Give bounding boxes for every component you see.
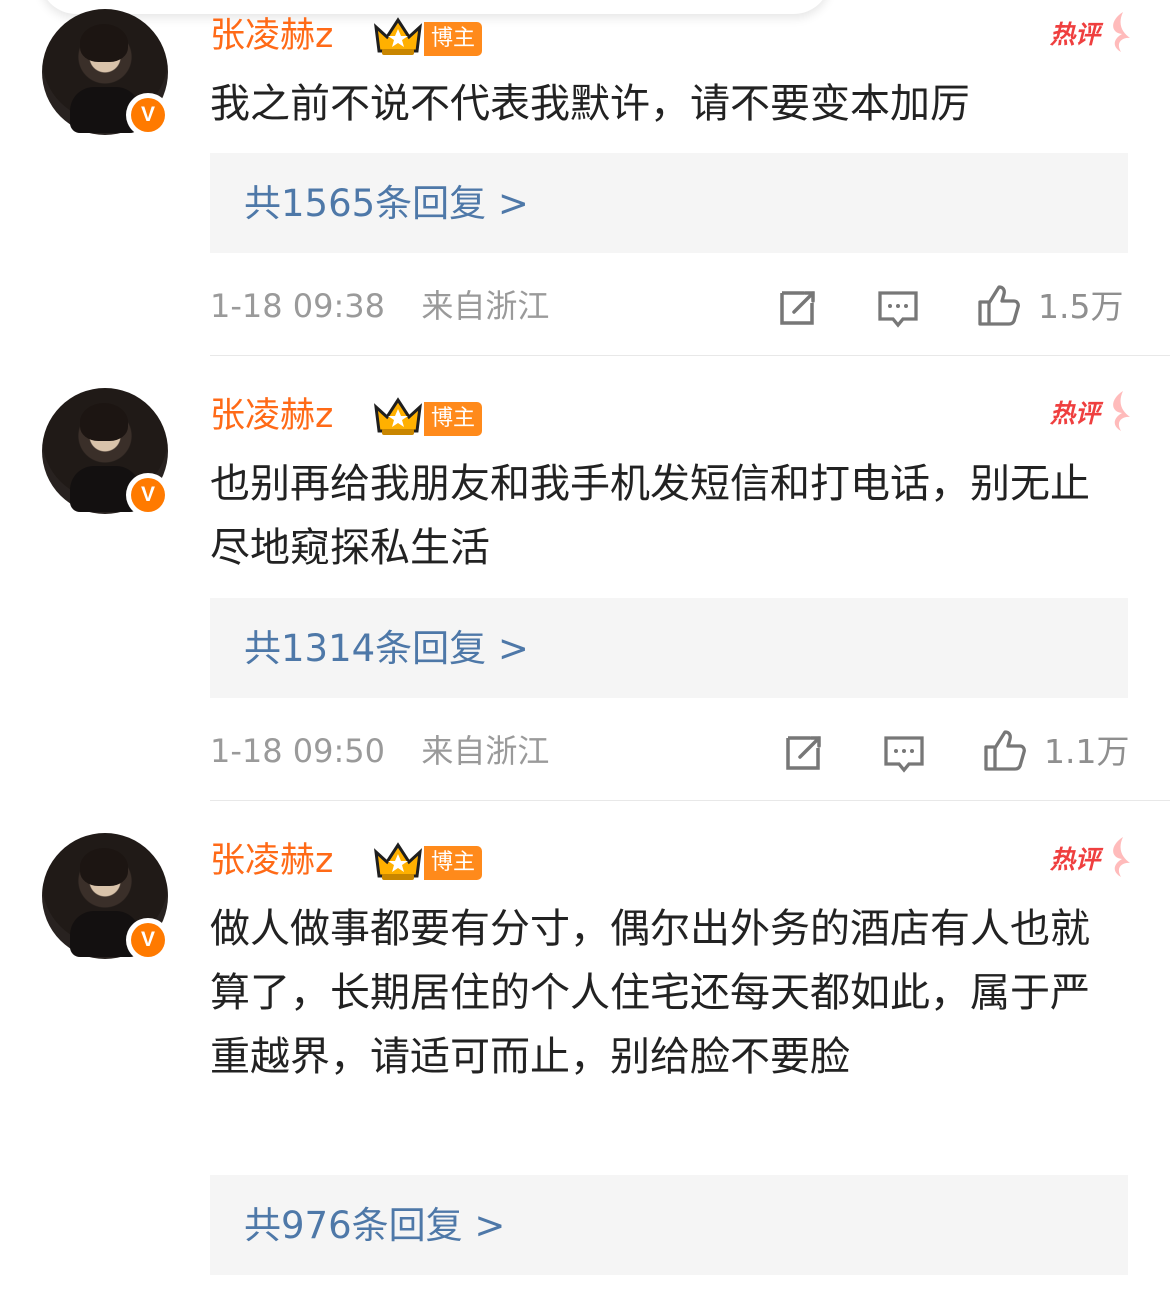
comment-icon[interactable] <box>881 730 927 776</box>
crown-icon <box>374 842 422 880</box>
blogger-badge: 博主 <box>424 402 482 436</box>
comment-text: 做人做事都要有分寸，偶尔出外务的酒店有人也就算了，长期居住的个人住宅还每天都如此… <box>210 906 1090 1080</box>
location: 来自浙江 <box>421 287 550 325</box>
comment-text: 我之前不说不代表我默许，请不要变本加厉 <box>210 81 970 127</box>
view-replies-link[interactable]: 共1314条回复 > <box>244 625 529 673</box>
hot-comment-icon: 热评 <box>1050 12 1132 59</box>
comment-divider <box>210 800 1170 801</box>
view-replies-link[interactable]: 共976条回复 > <box>244 1202 505 1250</box>
verified-letter: V <box>131 923 165 957</box>
location: 来自浙江 <box>421 732 550 770</box>
crown-icon <box>374 17 422 55</box>
reply-summary-box[interactable]: 共1565条回复 > <box>210 153 1128 253</box>
timestamp: 1-18 09:38 <box>210 287 386 325</box>
repost-icon[interactable] <box>780 730 826 776</box>
timestamp: 1-18 09:50 <box>210 732 386 770</box>
blogger-badge: 博主 <box>424 846 482 880</box>
comment-icon[interactable] <box>875 285 921 331</box>
hot-comment-icon: 热评 <box>1050 837 1132 884</box>
like-icon[interactable] <box>975 282 1021 328</box>
verified-badge-icon: V <box>126 473 170 517</box>
hot-comment-icon: 热评 <box>1050 391 1132 438</box>
reply-summary-box[interactable]: 共1314条回复 > <box>210 598 1128 698</box>
repost-icon[interactable] <box>774 285 820 331</box>
username[interactable]: 张凌赫z <box>210 840 333 882</box>
verified-letter: V <box>131 478 165 512</box>
comment-divider <box>210 355 1170 356</box>
verified-badge-icon: V <box>126 93 170 137</box>
like-count: 1.5万 <box>1038 287 1124 326</box>
verified-letter: V <box>131 98 165 132</box>
blogger-badge: 博主 <box>424 22 482 56</box>
comment-meta: 1-18 09:38 来自浙江 <box>210 284 549 328</box>
like-count: 1.1万 <box>1044 732 1130 771</box>
comment-meta: 1-18 09:50 来自浙江 <box>210 729 549 773</box>
top-popup-edge <box>40 0 830 14</box>
reply-summary-box[interactable]: 共976条回复 > <box>210 1175 1128 1275</box>
like-icon[interactable] <box>981 727 1027 773</box>
comment-text: 也别再给我朋友和我手机发短信和打电话，别无止尽地窥探私生活 <box>210 461 1090 571</box>
verified-badge-icon: V <box>126 918 170 962</box>
crown-icon <box>374 397 422 435</box>
view-replies-link[interactable]: 共1565条回复 > <box>244 180 529 228</box>
username[interactable]: 张凌赫z <box>210 395 333 437</box>
username[interactable]: 张凌赫z <box>210 15 333 57</box>
